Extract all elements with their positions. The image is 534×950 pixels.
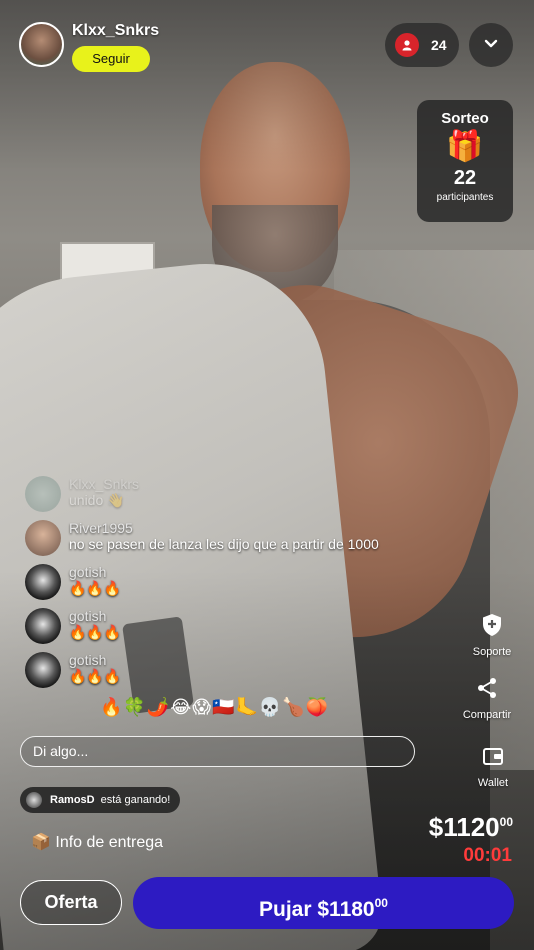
share-icon [452,673,522,703]
support-button[interactable]: Soporte [457,610,527,658]
current-price: $112000 [429,812,513,843]
price-cents: 00 [499,815,513,829]
delivery-label: Info de entrega [55,834,164,851]
wallet-button[interactable]: Wallet [458,741,528,789]
gift-icon: 🎁 [446,130,484,163]
bid-label: Pujar $1180 [259,898,375,921]
chat-avatar[interactable] [25,564,61,600]
chat-text: no se pasen de lanza les dijo que a part… [69,536,379,552]
chat-message: River1995 no se pasen de lanza les dijo … [25,520,445,564]
person-icon [395,33,419,57]
chat-text: 🔥🔥🔥 [69,580,122,596]
chat-avatar[interactable] [25,476,61,512]
host-info: Klxx_Snkrs Seguir [72,22,159,72]
wallet-icon [458,741,528,771]
chat-message: gotish 🔥🔥🔥 [25,564,445,608]
chat-avatar[interactable] [25,608,61,644]
chat-message: gotish 🔥🔥🔥 [25,652,445,696]
share-button[interactable]: Compartir [452,673,522,721]
chat-text: 🔥🔥🔥 [69,624,122,640]
chat-input[interactable]: Di algo... [20,736,415,767]
chat-message: Klxx_Snkrs unido 👋 [25,476,445,520]
chevron-down-icon [483,35,499,56]
winner-avatar [26,792,42,808]
bid-cents: 00 [374,896,388,910]
viewer-count-pill[interactable]: 24 [385,23,459,67]
shield-plus-icon [457,610,527,640]
bid-button[interactable]: Pujar $118000 [133,877,514,929]
winner-name: RamosD [50,794,95,806]
chat-username[interactable]: gotish [69,564,121,580]
host-header: Klxx_Snkrs Seguir [19,22,159,72]
auction-timer: 00:01 [463,845,512,866]
chat-username[interactable]: River1995 [69,520,379,536]
chat-username[interactable]: gotish [69,608,121,624]
follow-button[interactable]: Seguir [72,46,150,72]
chat-message: gotish 🔥🔥🔥 [25,608,445,652]
host-name[interactable]: Klxx_Snkrs [72,22,159,40]
chat-avatar[interactable] [25,652,61,688]
giveaway-participant-count: 22 [453,167,477,189]
offer-button[interactable]: Oferta [20,880,122,925]
delivery-info-link[interactable]: 📦 Info de entrega [31,832,163,852]
giveaway-title: Sorteo [441,110,489,127]
price-main: $1120 [428,812,500,842]
chat-text: unido 👋 [69,492,125,508]
giveaway-card[interactable]: Sorteo 🎁 22 participantes [417,100,513,222]
share-label: Compartir [462,709,512,721]
chat-username[interactable]: gotish [69,652,121,668]
package-icon: 📦 [31,834,51,851]
winner-status: está ganando! [100,794,171,806]
giveaway-subtitle: participantes [436,192,494,203]
chat-text: 🔥🔥🔥 [69,668,122,684]
chat-avatar[interactable] [25,520,61,556]
chat-feed[interactable]: Klxx_Snkrs unido 👋 River1995 no se pasen… [25,476,445,696]
viewer-count: 24 [431,37,447,53]
host-avatar[interactable] [19,22,64,67]
reaction-bar[interactable]: 🔥🍀🌶️😂😱🇨🇱🦶💀🍗🍑 [100,697,329,718]
support-label: Soporte [472,646,512,658]
collapse-button[interactable] [469,23,513,67]
wallet-label: Wallet [477,777,509,789]
chat-username[interactable]: Klxx_Snkrs [69,476,139,492]
winning-bidder-badge: RamosD está ganando! [20,787,181,813]
